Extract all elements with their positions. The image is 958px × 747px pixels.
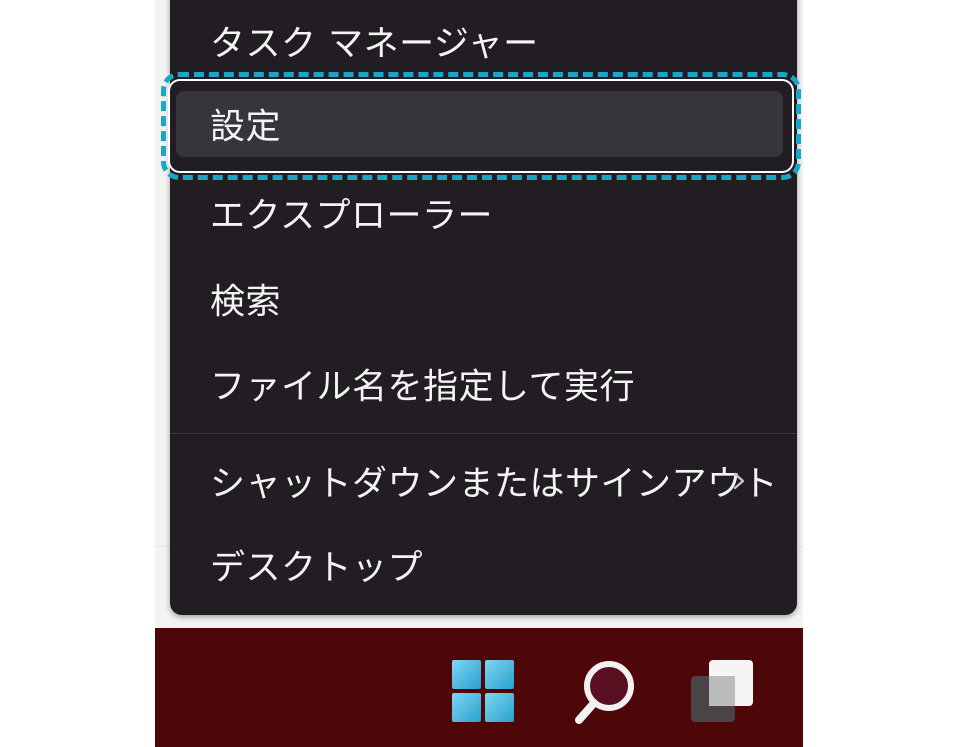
start-button[interactable] (450, 658, 516, 724)
start-context-menu: タスク マネージャー 設定 エクスプローラー 検索 ファイル名を指定して実行 シ… (170, 0, 797, 615)
menu-item-run[interactable]: ファイル名を指定して実行 (170, 347, 797, 421)
chevron-right-icon (733, 472, 745, 490)
menu-item-label: 検索 (210, 282, 282, 323)
menu-item-search[interactable]: 検索 (170, 262, 797, 336)
menu-item-label: タスク マネージャー (210, 24, 539, 65)
menu-item-label: シャットダウンまたはサインアウト (210, 464, 779, 505)
menu-item-label: ファイル名を指定して実行 (210, 367, 635, 408)
menu-item-label: 設定 (210, 107, 282, 148)
taskbar (155, 628, 803, 747)
menu-item-shutdown-signout[interactable]: シャットダウンまたはサインアウト (170, 444, 797, 518)
menu-item-task-manager[interactable]: タスク マネージャー (170, 4, 797, 78)
menu-item-explorer[interactable]: エクスプローラー (170, 176, 797, 250)
screenshot-stage: タスク マネージャー 設定 エクスプローラー 検索 ファイル名を指定して実行 シ… (0, 0, 958, 747)
menu-item-settings[interactable]: 設定 (170, 87, 797, 161)
windows-start-icon (452, 660, 514, 722)
menu-item-label: デスクトップ (210, 548, 424, 589)
menu-item-label: エクスプローラー (210, 196, 493, 237)
search-button[interactable] (573, 658, 639, 724)
menu-separator (170, 433, 797, 434)
task-view-button[interactable] (689, 658, 755, 724)
search-icon (575, 661, 634, 724)
task-view-icon (691, 660, 753, 722)
menu-item-desktop[interactable]: デスクトップ (170, 528, 797, 602)
